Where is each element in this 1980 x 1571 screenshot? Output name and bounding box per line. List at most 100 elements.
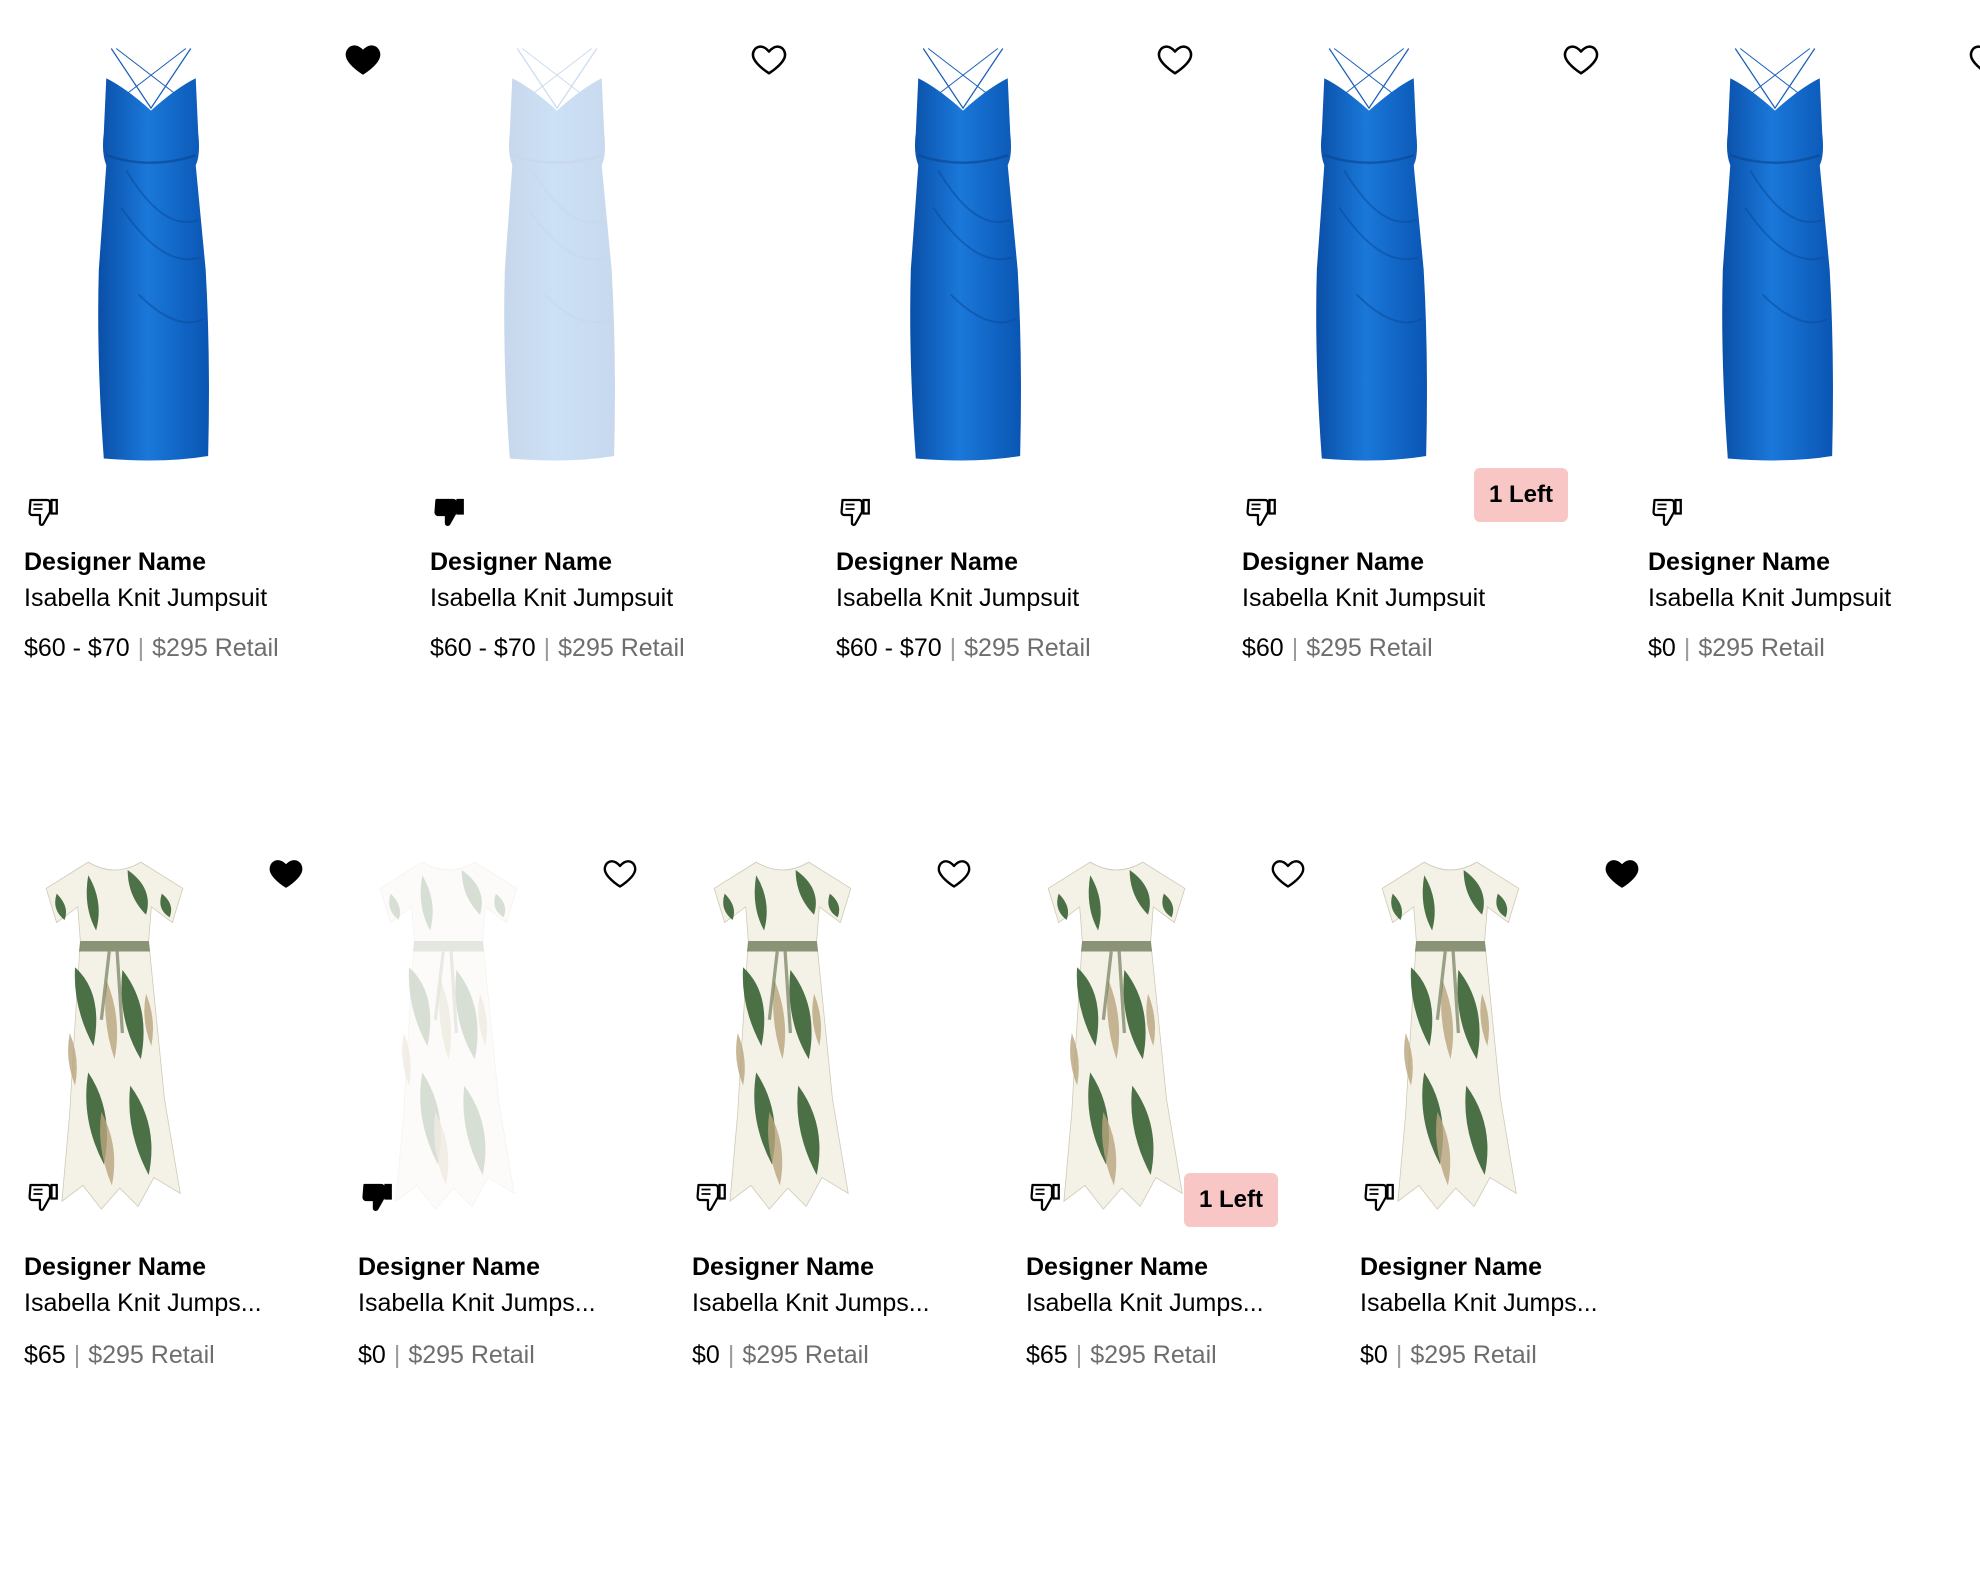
price-line: $0 | $295 Retail (358, 1341, 535, 1370)
price-separator: | (393, 1341, 401, 1369)
heart-outline-icon[interactable] (1968, 40, 1980, 83)
price-separator: | (73, 1341, 81, 1369)
price-separator: | (1075, 1341, 1083, 1369)
product-name[interactable]: Isabella Knit Jumpsuit (430, 584, 815, 613)
dress-image-blue[interactable] (1270, 46, 1468, 473)
dress-image-blue[interactable] (458, 46, 656, 473)
product-name[interactable]: Isabella Knit Jumps... (1026, 1289, 1346, 1318)
dress-image-floral[interactable] (32, 849, 197, 1222)
heart-filled-icon[interactable] (1604, 855, 1640, 896)
retail-price: $295 Retail (742, 1341, 869, 1369)
price-separator: | (137, 634, 145, 662)
stock-badge: 1 Left (1474, 468, 1568, 522)
rental-price: $60 - $70 (836, 634, 942, 662)
product-name[interactable]: Isabella Knit Jumps... (1360, 1289, 1680, 1318)
rental-price: $65 (1026, 1341, 1068, 1369)
designer-name[interactable]: Designer Name (1648, 548, 1830, 577)
thumbs-down-icon[interactable] (1362, 1179, 1398, 1220)
designer-name[interactable]: Designer Name (358, 1253, 540, 1282)
price-line: $0 | $295 Retail (1360, 1341, 1537, 1370)
designer-name[interactable]: Designer Name (692, 1253, 874, 1282)
product-card[interactable]: 1 Left Designer Name Isabella Knit Jumps..… (1026, 811, 1356, 1571)
retail-price: $295 Retail (1090, 1341, 1217, 1369)
dress-image-blue[interactable] (52, 46, 250, 473)
dress-image-floral[interactable] (1034, 849, 1199, 1222)
price-separator: | (949, 634, 957, 662)
designer-name[interactable]: Designer Name (1026, 1253, 1208, 1282)
retail-price: $295 Retail (1698, 634, 1825, 662)
price-separator: | (727, 1341, 735, 1369)
rental-price: $0 (1360, 1341, 1388, 1369)
price-separator: | (543, 634, 551, 662)
product-card[interactable]: Designer Name Isabella Knit Jumps... $0 | $2… (358, 811, 688, 1571)
product-card[interactable]: Designer Name Isabella Knit Jumps... $0 | $2… (692, 811, 1022, 1571)
heart-outline-icon[interactable] (750, 40, 788, 83)
designer-name[interactable]: Designer Name (430, 548, 612, 577)
thumbs-down-icon[interactable] (1244, 494, 1280, 535)
product-card[interactable]: Designer Name Isabella Knit Jumps... $65 | $… (24, 811, 354, 1571)
price-line: $65 | $295 Retail (1026, 1341, 1217, 1370)
dress-image-blue[interactable] (1676, 46, 1874, 473)
heart-outline-icon[interactable] (1562, 40, 1600, 83)
product-card[interactable]: 1 Left Designer Name Isabella Knit Jumpsui… (1242, 0, 1637, 760)
designer-name[interactable]: Designer Name (1242, 548, 1424, 577)
product-card[interactable]: Designer Name Isabella Knit Jumpsuit $60 -… (24, 0, 419, 760)
thumbs-down-filled-icon[interactable] (360, 1179, 396, 1220)
stock-badge: 1 Left (1184, 1173, 1278, 1227)
price-line: $0 | $295 Retail (692, 1341, 869, 1370)
heart-filled-icon[interactable] (344, 40, 382, 83)
heart-filled-icon[interactable] (268, 855, 304, 896)
designer-name[interactable]: Designer Name (24, 548, 206, 577)
rental-price: $0 (1648, 634, 1676, 662)
thumbs-down-icon[interactable] (694, 1179, 730, 1220)
rental-price: $0 (692, 1341, 720, 1369)
dress-image-floral[interactable] (1368, 849, 1533, 1222)
product-card[interactable]: Designer Name Isabella Knit Jumps... $0 | $2… (1360, 811, 1690, 1571)
price-line: $60 - $70 | $295 Retail (430, 634, 685, 663)
price-separator: | (1291, 634, 1299, 662)
product-card[interactable]: Designer Name Isabella Knit Jumpsuit $60 -… (836, 0, 1231, 760)
price-separator: | (1683, 634, 1691, 662)
price-line: $60 | $295 Retail (1242, 634, 1433, 663)
retail-price: $295 Retail (408, 1341, 535, 1369)
thumbs-down-filled-icon[interactable] (432, 494, 468, 535)
price-line: $65 | $295 Retail (24, 1341, 215, 1370)
product-name[interactable]: Isabella Knit Jumpsuit (836, 584, 1221, 613)
thumbs-down-icon[interactable] (26, 1179, 62, 1220)
rental-price: $60 - $70 (430, 634, 536, 662)
rental-price: $60 - $70 (24, 634, 130, 662)
designer-name[interactable]: Designer Name (836, 548, 1018, 577)
rental-price: $65 (24, 1341, 66, 1369)
thumbs-down-icon[interactable] (838, 494, 874, 535)
price-line: $0 | $295 Retail (1648, 634, 1825, 663)
thumbs-down-icon[interactable] (1650, 494, 1686, 535)
dress-image-floral[interactable] (700, 849, 865, 1222)
heart-outline-icon[interactable] (1270, 855, 1306, 896)
price-line: $60 - $70 | $295 Retail (836, 634, 1091, 663)
heart-outline-icon[interactable] (1156, 40, 1194, 83)
dress-image-floral[interactable] (366, 849, 531, 1222)
retail-price: $295 Retail (1410, 1341, 1537, 1369)
product-card[interactable]: Designer Name Isabella Knit Jumpsuit $60 -… (430, 0, 825, 760)
product-name[interactable]: Isabella Knit Jumps... (358, 1289, 678, 1318)
price-separator: | (1395, 1341, 1403, 1369)
designer-name[interactable]: Designer Name (24, 1253, 206, 1282)
designer-name[interactable]: Designer Name (1360, 1253, 1542, 1282)
heart-outline-icon[interactable] (936, 855, 972, 896)
retail-price: $295 Retail (88, 1341, 215, 1369)
thumbs-down-icon[interactable] (1028, 1179, 1064, 1220)
thumbs-down-icon[interactable] (26, 494, 62, 535)
product-name[interactable]: Isabella Knit Jumpsuit (1648, 584, 1980, 613)
heart-outline-icon[interactable] (602, 855, 638, 896)
product-card[interactable]: Designer Name Isabella Knit Jumpsuit $0 | $2… (1648, 0, 1980, 760)
retail-price: $295 Retail (964, 634, 1091, 662)
product-name[interactable]: Isabella Knit Jumpsuit (1242, 584, 1627, 613)
product-name[interactable]: Isabella Knit Jumps... (692, 1289, 1012, 1318)
retail-price: $295 Retail (558, 634, 685, 662)
retail-price: $295 Retail (152, 634, 279, 662)
product-name[interactable]: Isabella Knit Jumpsuit (24, 584, 409, 613)
rental-price: $60 (1242, 634, 1284, 662)
retail-price: $295 Retail (1306, 634, 1433, 662)
product-name[interactable]: Isabella Knit Jumps... (24, 1289, 344, 1318)
dress-image-blue[interactable] (864, 46, 1062, 473)
